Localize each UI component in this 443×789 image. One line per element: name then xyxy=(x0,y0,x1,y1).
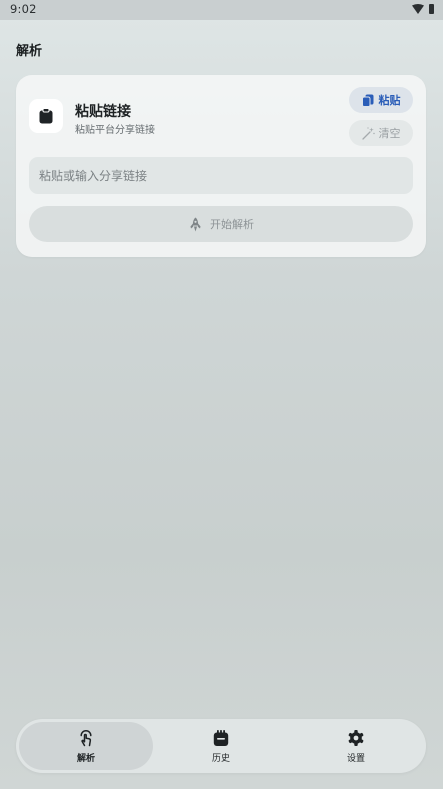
magic-wand-icon xyxy=(361,126,375,140)
nav-item-parse[interactable]: 解析 xyxy=(19,722,153,770)
wifi-icon xyxy=(412,4,424,14)
nav-label-settings: 设置 xyxy=(346,753,365,764)
nav-label-history: 历史 xyxy=(211,753,230,764)
nav-item-settings[interactable]: 设置 xyxy=(289,722,423,770)
status-time: 9:02 xyxy=(10,2,37,16)
card-subtitle: 粘贴平台分享链接 xyxy=(75,125,155,136)
start-parse-button[interactable]: 开始解析 xyxy=(29,206,413,242)
status-icons xyxy=(412,4,434,14)
page-title: 解析 xyxy=(16,44,43,59)
clear-button[interactable]: 清空 xyxy=(349,120,413,146)
paste-link-card: 粘贴链接 粘贴平台分享链接 粘贴 清空 开始解析 xyxy=(16,75,426,257)
card-icon-box xyxy=(29,99,63,133)
card-title: 粘贴链接 xyxy=(75,104,131,120)
calendar-icon xyxy=(213,729,229,746)
paste-button-label: 粘贴 xyxy=(378,94,401,107)
nav-item-history[interactable]: 历史 xyxy=(154,722,288,770)
clear-button-label: 清空 xyxy=(378,127,401,140)
nav-label-parse: 解析 xyxy=(76,753,95,764)
clipboard-icon xyxy=(39,108,53,124)
gear-icon xyxy=(348,729,364,746)
rocket-icon xyxy=(190,217,201,231)
bottom-navigation: 解析 历史 设置 xyxy=(16,719,426,773)
touch-icon xyxy=(80,729,92,746)
start-parse-label: 开始解析 xyxy=(210,218,254,231)
status-bar: 9:02 xyxy=(0,0,443,20)
share-link-input[interactable] xyxy=(29,157,413,194)
battery-icon xyxy=(429,4,434,14)
copy-icon xyxy=(361,94,373,107)
paste-button[interactable]: 粘贴 xyxy=(349,87,413,113)
